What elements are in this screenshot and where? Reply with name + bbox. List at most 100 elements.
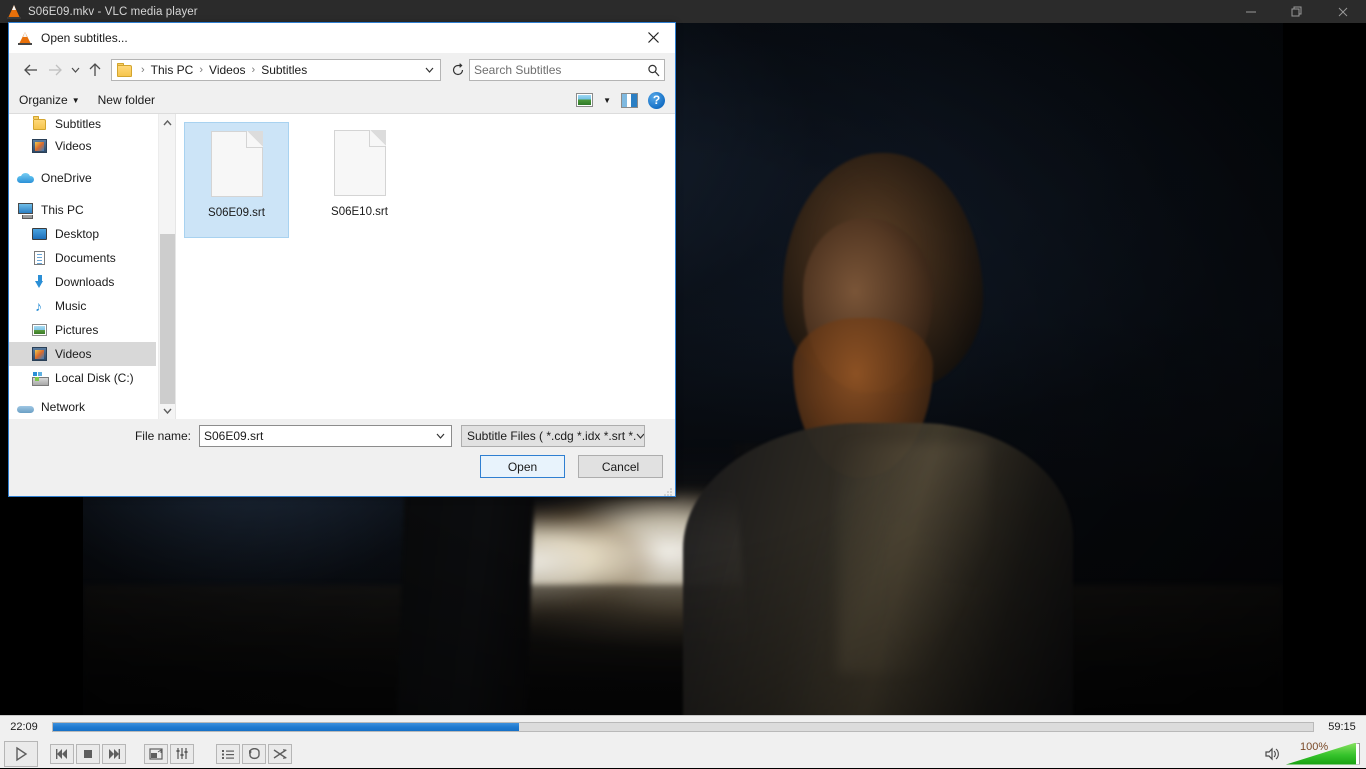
playlist-button[interactable]	[216, 743, 240, 764]
up-arrow-icon[interactable]	[83, 58, 107, 82]
file-type-filter-select[interactable]: Subtitle Files ( *.cdg *.idx *.srt *.	[461, 425, 645, 447]
sidebar-item-music[interactable]: ♪ Music	[9, 294, 156, 318]
volume-slider[interactable]: 100%	[1286, 740, 1360, 765]
file-item-selected[interactable]: S06E09.srt	[184, 122, 289, 238]
local-disk-icon	[31, 370, 49, 386]
sidebar-item-local-disk-c[interactable]: Local Disk (C:)	[9, 366, 156, 390]
sidebar-item-this-pc[interactable]: This PC	[9, 198, 156, 222]
breadcrumb-item-this-pc[interactable]: This PC	[149, 63, 196, 77]
speaker-icon[interactable]	[1264, 746, 1282, 762]
help-label: ?	[652, 93, 661, 107]
previous-button[interactable]	[50, 743, 74, 764]
nav-button-group	[50, 743, 126, 764]
sidebar-item-network[interactable]: Network	[9, 395, 156, 419]
sidebar-item-label: Network	[41, 400, 86, 414]
forward-arrow-icon[interactable]	[43, 58, 67, 82]
minimize-button[interactable]	[1228, 0, 1274, 23]
search-placeholder: Search Subtitles	[474, 63, 562, 77]
navigation-pane: Subtitles Videos OneDrive This PC Deskto…	[9, 114, 175, 419]
recent-locations-chevron-down-icon[interactable]	[67, 58, 83, 82]
vlc-cone-icon	[6, 4, 22, 20]
sidebar-item-pictures[interactable]: Pictures	[9, 318, 156, 342]
generic-file-icon	[210, 131, 263, 197]
dialog-button-row: Open Cancel	[480, 455, 663, 478]
sidebar-item-onedrive[interactable]: OneDrive	[9, 166, 156, 190]
play-button[interactable]	[4, 740, 38, 767]
sidebar-item-downloads[interactable]: Downloads	[9, 270, 156, 294]
video-folder-icon	[31, 346, 49, 362]
sidebar-item-label: Pictures	[55, 323, 99, 337]
cancel-button[interactable]: Cancel	[578, 455, 663, 478]
refresh-icon[interactable]	[447, 59, 469, 81]
network-icon	[17, 399, 35, 415]
open-button[interactable]: Open	[480, 455, 565, 478]
filename-input[interactable]: S06E09.srt	[199, 425, 452, 447]
view-chevron-down-icon[interactable]: ▼	[603, 96, 611, 105]
back-arrow-icon[interactable]	[19, 58, 43, 82]
close-button[interactable]	[1320, 0, 1366, 23]
sidebar-item-label: Music	[55, 299, 87, 313]
scrollbar-chevron-down-icon[interactable]	[159, 402, 175, 419]
file-item[interactable]: S06E10.srt	[307, 122, 412, 238]
sidebar-item-desktop[interactable]: Desktop	[9, 222, 156, 246]
file-type-filter-value: Subtitle Files ( *.cdg *.idx *.srt *.	[467, 429, 637, 443]
sidebar-item-subtitles[interactable]: Subtitles	[9, 114, 156, 134]
resize-handle[interactable]	[663, 484, 673, 496]
navigation-scrollbar[interactable]	[158, 114, 175, 419]
seek-slider[interactable]	[52, 722, 1314, 732]
file-name-label: S06E09.srt	[208, 207, 265, 219]
scrollbar-thumb[interactable]	[160, 234, 175, 404]
documents-icon	[31, 250, 49, 266]
folder-icon	[31, 116, 49, 132]
organize-label: Organize	[19, 93, 68, 107]
this-pc-icon	[17, 202, 35, 219]
total-time: 59:15	[1328, 721, 1356, 733]
transport-buttons	[0, 738, 1366, 769]
generic-file-icon	[333, 130, 386, 196]
fullscreen-button[interactable]	[144, 743, 168, 764]
volume-label: 100%	[1300, 740, 1329, 753]
search-input[interactable]: Search Subtitles	[469, 59, 665, 81]
shuffle-button[interactable]	[268, 743, 292, 764]
toolbar-right-group: ▼ ?	[576, 91, 665, 109]
elapsed-time: 22:09	[10, 721, 38, 733]
sidebar-item-videos-onedrive[interactable]: Videos	[9, 134, 156, 158]
breadcrumb-item-videos[interactable]: Videos	[207, 63, 247, 77]
sidebar-item-videos[interactable]: Videos	[9, 342, 156, 366]
tool-button-group	[144, 743, 194, 764]
breadcrumb-item-subtitles[interactable]: Subtitles	[259, 63, 309, 77]
vlc-control-bar: 22:09 59:15 100%	[0, 715, 1366, 768]
sidebar-item-label: Documents	[55, 251, 116, 265]
new-folder-label: New folder	[97, 93, 155, 107]
volume-zone: 100%	[1264, 738, 1360, 769]
navigation-list: Subtitles Videos OneDrive This PC Deskto…	[9, 114, 156, 419]
loop-button[interactable]	[242, 743, 266, 764]
scrollbar-chevron-up-icon[interactable]	[159, 114, 175, 131]
stop-button[interactable]	[76, 743, 100, 764]
view-layout-icon[interactable]	[576, 93, 594, 107]
preview-pane-icon[interactable]	[621, 92, 638, 108]
breadcrumb[interactable]: › This PC › Videos › Subtitles	[111, 59, 441, 81]
breadcrumb-chevron-down-icon[interactable]	[420, 60, 438, 80]
window-controls	[1228, 0, 1366, 23]
help-icon[interactable]: ?	[648, 91, 665, 109]
desktop-icon	[31, 226, 49, 242]
next-button[interactable]	[102, 743, 126, 764]
file-list-pane[interactable]: S06E09.srt S06E10.srt	[175, 114, 675, 419]
sidebar-item-documents[interactable]: Documents	[9, 246, 156, 270]
dialog-toolbar: Organize ▼ New folder ▼ ?	[9, 87, 675, 114]
dialog-close-button[interactable]	[631, 23, 675, 52]
equalizer-button[interactable]	[170, 743, 194, 764]
filename-chevron-down-icon[interactable]	[432, 426, 449, 446]
restore-button[interactable]	[1274, 0, 1320, 23]
search-icon[interactable]	[646, 63, 660, 77]
sidebar-item-label: This PC	[41, 203, 84, 217]
dialog-footer: File name: S06E09.srt Subtitle Files ( *…	[9, 419, 675, 496]
filter-chevron-down-icon[interactable]	[636, 426, 644, 446]
dialog-title-bar[interactable]: Open subtitles...	[9, 23, 675, 53]
downloads-icon	[31, 274, 49, 290]
playlist-button-group	[216, 743, 292, 764]
organize-button[interactable]: Organize ▼	[19, 93, 80, 107]
sidebar-item-label: OneDrive	[41, 171, 92, 185]
new-folder-button[interactable]: New folder	[98, 93, 155, 107]
